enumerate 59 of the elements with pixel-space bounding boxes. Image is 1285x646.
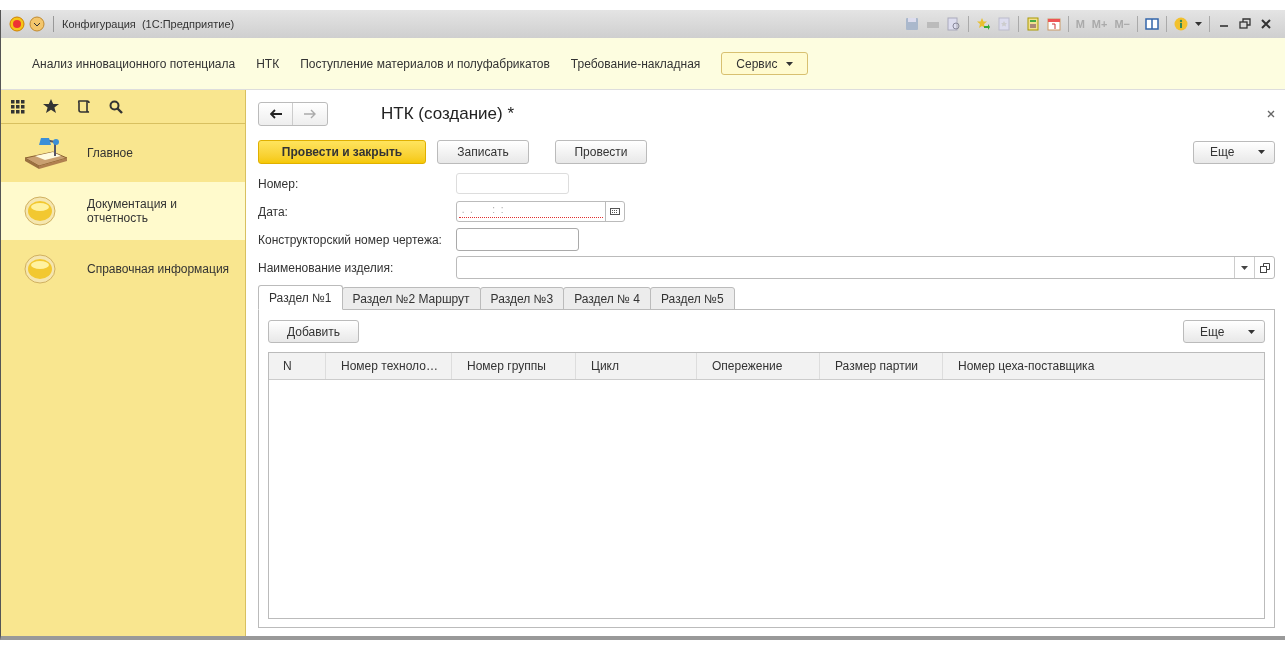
window-title: Конфигурация (1С:Предприятие): [62, 16, 235, 32]
section-link[interactable]: Поступление материалов и полуфабрикатов: [300, 54, 550, 73]
tab[interactable]: Раздел № 4: [563, 287, 651, 310]
caret-icon: [1195, 22, 1202, 26]
calendar-icon[interactable]: [610, 208, 620, 215]
close-icon[interactable]: [1259, 17, 1273, 31]
command-button[interactable]: Провести: [555, 140, 647, 164]
service-menu-button[interactable]: Сервис: [721, 52, 809, 75]
tab[interactable]: Раздел №1: [258, 285, 343, 310]
form-title: НТК (создание) *: [381, 103, 515, 126]
star-icon[interactable]: [43, 99, 59, 114]
star-arrow-icon[interactable]: [975, 17, 990, 31]
panels-icon[interactable]: [1145, 17, 1159, 31]
open-icon[interactable]: [1259, 262, 1270, 273]
caret-icon: [1248, 329, 1255, 334]
caret-icon: [1258, 150, 1265, 154]
more-button[interactable]: Еще: [1183, 320, 1265, 343]
tab[interactable]: Раздел №5: [650, 287, 735, 310]
column-header[interactable]: Цикл: [575, 353, 696, 379]
sidebar-item-label: Документация и отчетность: [87, 197, 178, 225]
dropdown-icon[interactable]: [29, 16, 45, 32]
restore-icon[interactable]: [1238, 17, 1252, 31]
search-icon[interactable]: [109, 99, 123, 114]
right-arrow-icon: [304, 109, 316, 119]
tab[interactable]: Раздел №2 Маршрут: [341, 287, 481, 310]
column-header[interactable]: N: [269, 353, 325, 379]
left-arrow-icon: [269, 109, 282, 119]
history-icon[interactable]: [77, 99, 91, 114]
section-link[interactable]: Требование-накладная: [570, 54, 701, 73]
command-button[interactable]: Записать: [437, 140, 529, 164]
preview-icon[interactable]: [946, 17, 961, 31]
number-field[interactable]: [456, 173, 569, 194]
add-button[interactable]: Добавить: [268, 320, 360, 343]
app-logo-icon: [9, 16, 25, 32]
calendar-icon[interactable]: [1046, 17, 1061, 31]
section-link[interactable]: НТК: [256, 54, 280, 73]
column-header[interactable]: Номер цеха-поставщика: [942, 353, 1264, 379]
grid-icon[interactable]: [11, 99, 25, 114]
post-and-close-button[interactable]: Провести и закрыть: [258, 140, 426, 164]
field-label: Конструкторский номер чертежа:: [258, 231, 443, 249]
caret-icon: [786, 61, 794, 66]
sidebar-item-label: Главное: [87, 146, 134, 160]
field-label: Наименование изделия:: [258, 259, 395, 277]
text-field[interactable]: [456, 228, 579, 251]
field-label: Номер:: [258, 175, 300, 193]
column-header[interactable]: Опережение: [696, 353, 819, 379]
section-link[interactable]: Анализ инновационного потенциала: [32, 54, 236, 73]
column-header[interactable]: Размер партии: [819, 353, 942, 379]
product-name-field[interactable]: [456, 256, 1275, 279]
column-header[interactable]: Номер группы: [451, 353, 575, 379]
sidebar-item-label: Справочная информация: [87, 262, 231, 276]
info-icon[interactable]: [1174, 17, 1188, 31]
column-header[interactable]: Номер техноло…: [325, 353, 451, 379]
sidebar-item[interactable]: Документация и отчетность: [1, 182, 245, 240]
field-label: Дата:: [258, 203, 289, 221]
caret-icon: [1241, 265, 1248, 270]
close-icon[interactable]: [1267, 110, 1275, 118]
more-button[interactable]: Еще: [1193, 140, 1275, 164]
star-page-icon[interactable]: [996, 17, 1011, 31]
